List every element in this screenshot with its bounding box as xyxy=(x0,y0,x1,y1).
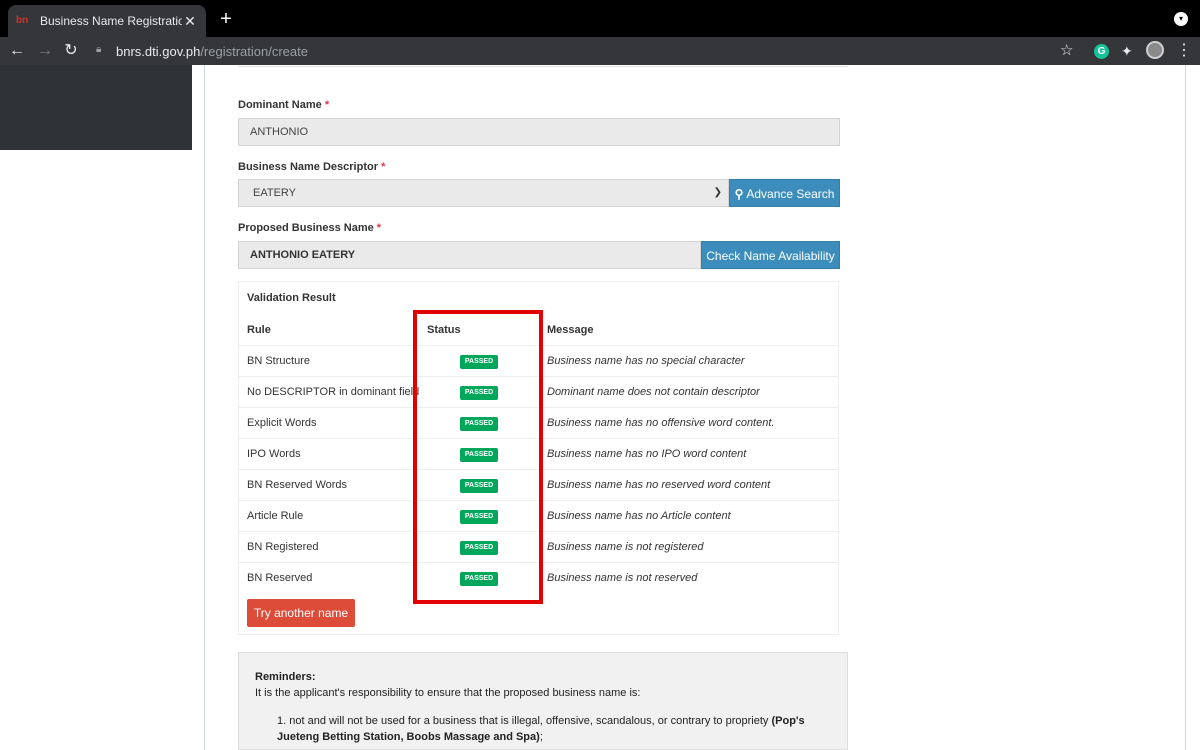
rule-cell: No DESCRIPTOR in dominant field xyxy=(247,386,420,398)
message-cell: Business name has no IPO word content xyxy=(547,448,747,460)
check-availability-button[interactable]: Check Name Availability xyxy=(701,241,840,269)
descriptor-label: Business Name Descriptor * xyxy=(238,161,385,173)
back-arrow-icon[interactable]: ← xyxy=(6,40,28,62)
reminder-item-end: ; xyxy=(539,731,543,743)
page-content: Dominant Name * ANTHONIO Business Name D… xyxy=(0,65,1200,750)
browser-menu-icon[interactable]: ⋮ xyxy=(1176,40,1192,62)
rule-column-header: Rule xyxy=(247,324,271,336)
rule-cell: Explicit Words xyxy=(247,417,317,429)
lock-icon: 🔒︎ xyxy=(96,44,102,55)
url-path: /registration/create xyxy=(200,43,308,59)
address-bar[interactable]: 🔒︎ bnrs.dti.gov.ph/registration/create xyxy=(88,39,1088,63)
new-tab-button[interactable]: + xyxy=(216,8,236,30)
reload-icon[interactable]: ↻ xyxy=(60,40,82,62)
required-mark: * xyxy=(381,161,386,173)
validation-title: Validation Result xyxy=(247,292,336,304)
forward-arrow-icon[interactable]: → xyxy=(34,40,56,62)
reminders-intro: It is the applicant's responsibility to … xyxy=(255,687,641,699)
extensions-puzzle-icon[interactable]: ✦ xyxy=(1121,41,1133,61)
required-mark: * xyxy=(376,222,382,234)
message-cell: Business name has no Article content xyxy=(547,510,731,522)
search-icon: ⚲ xyxy=(734,187,744,201)
grammarly-extension-icon[interactable]: G xyxy=(1094,44,1109,59)
rule-cell: BN Structure xyxy=(247,355,310,367)
message-column-header: Message xyxy=(547,324,594,336)
try-another-name-button[interactable]: Try another name xyxy=(247,599,355,627)
proposed-name-label: Proposed Business Name * xyxy=(238,222,381,234)
rule-cell: Article Rule xyxy=(247,510,304,522)
message-cell: Business name has no special character xyxy=(547,355,745,367)
rule-cell: BN Reserved Words xyxy=(247,479,348,491)
browser-tab-bar: bn Business Name Registration - DTI ✕ + … xyxy=(0,0,1200,37)
message-cell: Business name is not reserved xyxy=(547,572,698,584)
descriptor-selected-value: EATERY xyxy=(253,187,296,199)
message-cell: Business name has no offensive word cont… xyxy=(547,417,775,429)
reminders-title: Reminders: xyxy=(255,671,316,683)
browser-toolbar: ← → ↻ 🔒︎ bnrs.dti.gov.ph/registration/cr… xyxy=(0,37,1200,65)
rule-cell: IPO Words xyxy=(247,448,301,460)
rule-cell: BN Registered xyxy=(247,541,319,553)
profile-avatar[interactable] xyxy=(1146,41,1164,59)
reminder-item: 1. not and will not be used for a busine… xyxy=(277,713,817,745)
message-cell: Dominant name does not contain descripto… xyxy=(547,386,760,398)
url-host: bnrs.dti.gov.ph xyxy=(116,43,201,59)
proposed-name-field[interactable]: ANTHONIO EATERY xyxy=(238,241,701,269)
message-cell: Business name has no reserved word conte… xyxy=(547,479,771,491)
chevron-down-icon: ❯ xyxy=(713,187,722,198)
advance-search-label: Advance Search xyxy=(746,187,835,201)
status-column-highlight xyxy=(413,310,543,604)
close-tab-icon[interactable]: ✕ xyxy=(182,13,198,30)
rule-cell: BN Reserved xyxy=(247,572,313,584)
bookmark-star-icon[interactable]: ☆ xyxy=(1060,40,1073,62)
message-cell: Business name is not registered xyxy=(547,541,704,553)
descriptor-select[interactable]: EATERY ❯ xyxy=(238,179,729,207)
dominant-name-field[interactable]: ANTHONIO xyxy=(238,118,840,146)
descriptor-label-text: Business Name Descriptor xyxy=(238,161,378,173)
dti-favicon-icon: bn xyxy=(16,15,29,26)
section-divider xyxy=(238,66,848,67)
reminders-panel: Reminders: It is the applicant's respons… xyxy=(238,652,848,750)
sidebar-panel xyxy=(0,65,192,150)
dominant-name-label: Dominant Name * xyxy=(238,99,329,111)
dominant-name-label-text: Dominant Name xyxy=(238,99,322,111)
tab-search-icon[interactable]: ▾ xyxy=(1174,12,1188,26)
browser-tab[interactable]: bn Business Name Registration - DTI ✕ xyxy=(8,5,206,37)
reminder-item-text: 1. not and will not be used for a busine… xyxy=(277,715,772,727)
required-mark: * xyxy=(324,99,330,111)
advance-search-button[interactable]: ⚲ Advance Search xyxy=(729,179,840,207)
tab-title: Business Name Registration - DTI xyxy=(40,14,182,28)
proposed-name-label-text: Proposed Business Name xyxy=(238,222,374,234)
